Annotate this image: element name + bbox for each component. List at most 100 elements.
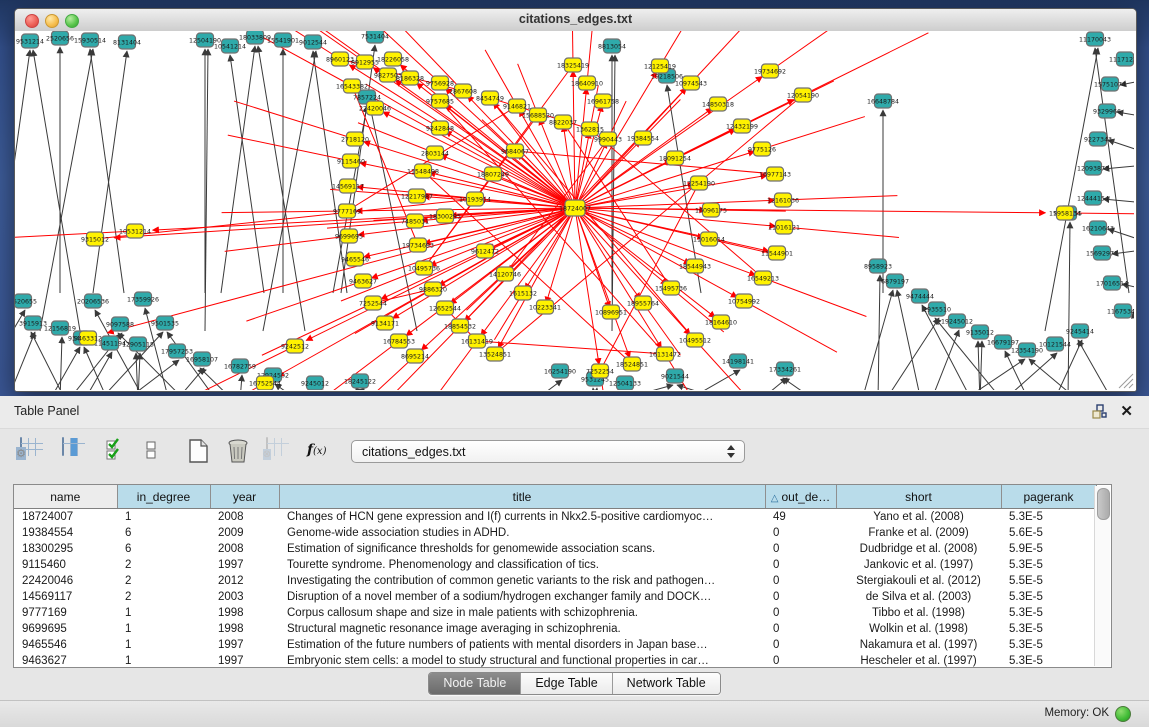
network-node[interactable]: 18854532 [444,319,476,333]
network-node[interactable]: 9501535 [151,316,179,330]
network-node[interactable]: 12156819 [44,321,76,335]
network-node[interactable]: 10754992 [728,294,760,308]
table-selector-dropdown[interactable]: citations_edges.txt [351,440,745,463]
network-node[interactable]: 2803144 [421,146,449,160]
network-node[interactable]: 15541901 [267,33,299,47]
network-node[interactable]: 8131404 [113,35,141,49]
table-row[interactable]: 1872400712008Changes of HCN gene express… [14,509,1096,526]
table-row[interactable]: 911546021997Tourette syndrome. Phenomeno… [14,557,1096,573]
table-row[interactable]: 946362711997Embryonic stem cells: a mode… [14,653,1096,668]
network-node[interactable]: 8813054 [598,39,626,53]
network-node[interactable]: 12444154 [1077,191,1109,205]
float-window-icon[interactable] [1091,404,1107,420]
row-select-icon[interactable] [104,438,130,464]
network-node[interactable]: 11170043 [1079,32,1111,46]
network-node[interactable]: 10495512 [679,333,711,347]
network-node[interactable]: 9012544 [299,35,327,49]
network-node[interactable]: 10193914 [459,192,491,206]
network-node[interactable]: 15751074 [1094,77,1126,91]
network-node[interactable]: 16096175 [695,203,727,217]
network-node[interactable]: 9245012 [301,376,329,390]
table-row[interactable]: 1830029562008Estimation of significance … [14,541,1096,557]
network-node[interactable]: 8960123 [326,52,354,66]
network-node[interactable]: 16549213 [747,271,779,285]
network-node[interactable]: 18524851 [616,357,648,371]
table-row[interactable]: 2242004622012Investigating the contribut… [14,573,1096,589]
network-node[interactable]: 16784553 [383,334,415,348]
network-node[interactable]: 17016514 [1096,276,1128,290]
network-node[interactable]: 15495736 [655,281,687,295]
network-node[interactable]: 9474444 [906,289,934,303]
network-node[interactable]: 16977143 [759,167,791,181]
network-node[interactable]: 12161036 [767,193,799,207]
network-node[interactable]: 19245012 [941,314,973,328]
network-node[interactable]: 10896951 [595,305,627,319]
network-node[interactable]: 17359926 [127,292,159,306]
network-node[interactable]: 9115460 [337,154,365,168]
new-table-icon[interactable] [186,438,212,464]
network-node[interactable]: 9021544 [661,369,689,383]
column-header-name[interactable]: name [14,485,117,509]
network-view-canvas[interactable]: 9531214252065615930514813140412504190105… [15,31,1136,391]
function-builder-icon[interactable]: f(x) [307,441,333,467]
scrollbar-thumb[interactable] [1097,488,1110,520]
network-node[interactable]: 16254190 [544,364,576,378]
network-node[interactable]: 6879197 [881,274,909,288]
network-node[interactable]: 9097588 [106,317,134,331]
network-node[interactable]: 9463627 [349,274,377,288]
network-node[interactable]: 12093873 [1077,161,1109,175]
column-header-pagerank[interactable]: pagerank [1001,485,1096,509]
citation-network-graph[interactable]: 9531214252065615930514813140412504190105… [15,31,1134,390]
network-node[interactable]: 19384554 [627,131,659,145]
network-node[interactable]: 8695214 [401,349,429,363]
network-node[interactable]: 11548498 [407,164,439,178]
network-node[interactable]: 10121544 [1039,337,1071,351]
network-node[interactable]: 16782759 [224,359,256,373]
network-node[interactable]: 19734692 [754,64,786,78]
network-node[interactable]: 11171234 [1109,52,1134,66]
tab-network-table[interactable]: Network Table [613,673,720,694]
network-node[interactable]: 20206536 [77,294,109,308]
network-node[interactable]: 11016121 [768,220,800,234]
network-node[interactable]: 17334261 [769,362,801,376]
network-node[interactable]: 2718120 [341,132,369,146]
network-node[interactable]: 16131419 [461,334,493,348]
network-node[interactable]: 14198141 [722,354,754,368]
network-node[interactable]: 9777169 [333,204,361,218]
column-header-short[interactable]: short [836,485,1001,509]
column-header-year[interactable]: year [210,485,279,509]
network-node[interactable]: 11675345 [1107,304,1134,318]
network-node[interactable]: 12254190 [683,176,715,190]
network-node[interactable]: 15930514 [74,33,106,47]
table-options-icon[interactable]: ⚙ [20,438,46,464]
network-node[interactable]: 13524851 [479,347,511,361]
table-row[interactable]: 977716911998Corpus callosum shape and si… [14,605,1096,621]
network-node[interactable]: 12652544 [429,301,461,315]
network-node[interactable]: 9531214 [16,34,44,48]
network-node[interactable]: 8958923 [864,259,892,273]
network-node[interactable]: 9242848 [426,121,454,135]
tab-node-table[interactable]: Node Table [429,673,521,694]
network-node[interactable]: 18955764 [627,296,659,310]
network-node[interactable]: 8912955 [351,55,379,69]
row-height-icon[interactable] [144,438,170,464]
network-node[interactable]: 9245414 [1066,324,1094,338]
network-node[interactable]: 18245122 [344,374,376,388]
table-row[interactable]: 969969511998Structural magnetic resonanc… [14,621,1096,637]
network-node[interactable]: 9135012 [966,325,994,339]
tab-edge-table[interactable]: Edge Table [521,673,612,694]
column-header-title[interactable]: title [279,485,765,509]
network-node[interactable]: 18300295 [429,209,461,223]
column-header-out_de[interactable]: △out_de… [765,485,836,509]
network-node[interactable]: 1615132 [509,286,537,300]
network-node[interactable]: 8454749 [476,91,504,105]
network-node[interactable]: 7531404 [361,31,389,43]
network-node[interactable]: 18226058 [377,52,409,66]
column-header-in_degree[interactable]: in_degree [117,485,210,509]
network-node[interactable]: 9134171 [371,316,399,330]
network-node[interactable]: 9146821 [503,99,531,113]
network-node[interactable]: 16648784 [867,94,899,108]
network-node[interactable]: 16210643 [1082,221,1114,235]
network-node[interactable]: 18325419 [557,58,589,72]
network-node[interactable]: 2520656 [46,31,74,45]
